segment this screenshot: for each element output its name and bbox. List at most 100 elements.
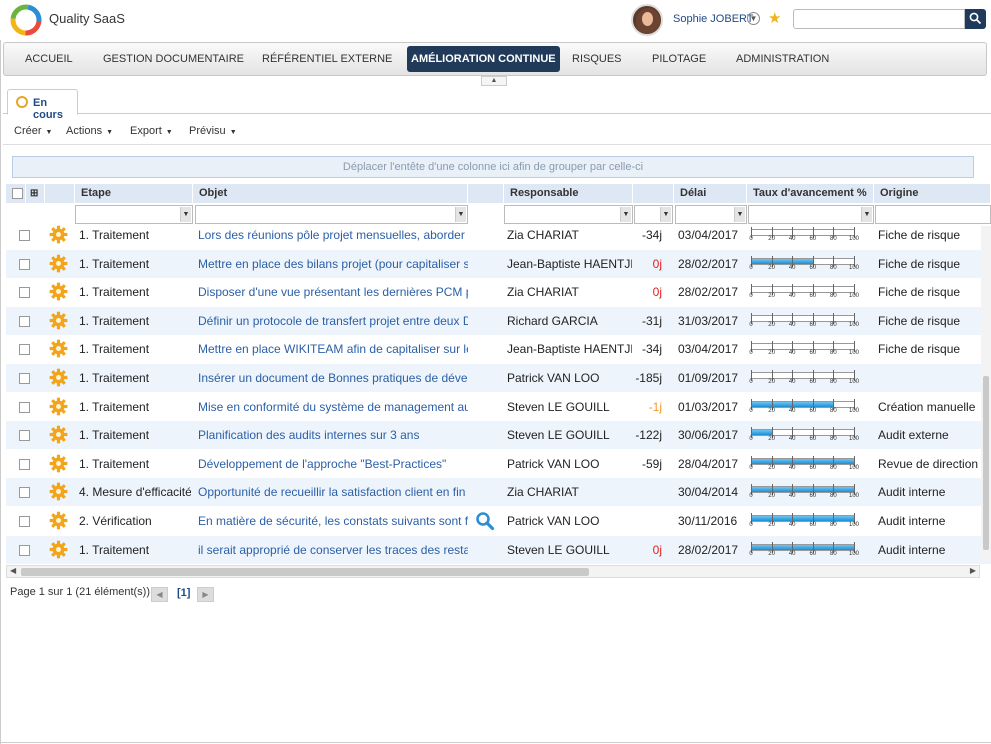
header-origine[interactable]: Origine	[874, 184, 991, 203]
gear-icon[interactable]	[49, 540, 68, 559]
create-menu[interactable]: Créer ▼	[14, 125, 52, 137]
table-row[interactable]: 1. Traitement Mettre en place WIKITEAM af…	[6, 335, 991, 363]
row-checkbox[interactable]	[19, 344, 30, 356]
gear-icon[interactable]	[49, 482, 68, 501]
collapse-header-button[interactable]: ▲	[481, 76, 507, 86]
filter-icon[interactable]: ▼	[861, 207, 872, 222]
magnifier-icon[interactable]	[475, 511, 495, 531]
gear-icon[interactable]	[49, 397, 68, 416]
header-delai[interactable]: Délai	[674, 184, 747, 203]
table-row[interactable]: 4. Mesure d'efficacité Opportunité de rec…	[6, 478, 991, 507]
horizontal-scrollbar[interactable]: ◀ ▶	[6, 565, 980, 578]
table-row[interactable]: 1. Traitement Définir un protocole de tra…	[6, 306, 991, 335]
pager-current-page[interactable]: [1]	[177, 587, 190, 599]
export-menu[interactable]: Export ▼	[130, 125, 173, 137]
cell-objet[interactable]: Définir un protocole de transfert projet…	[198, 307, 468, 335]
table-row[interactable]: 1. Traitement Développement de l'approche…	[6, 450, 991, 478]
table-row[interactable]: 2. Vérification En matière de sécurité, l…	[6, 507, 991, 535]
chevron-down-icon[interactable]: ▼	[747, 12, 760, 25]
vertical-scrollbar[interactable]	[981, 226, 991, 562]
cell-objet[interactable]: Lors des réunions pôle projet mensuelles…	[198, 221, 468, 249]
nav-accueil[interactable]: ACCUEIL	[25, 43, 73, 75]
table-row[interactable]: 1. Traitement il serait approprié de cons…	[6, 535, 991, 564]
filter-icon[interactable]: ▼	[620, 207, 631, 222]
row-checkbox[interactable]	[19, 401, 30, 413]
preview-menu[interactable]: Prévisu ▼	[189, 125, 237, 137]
cell-objet[interactable]: Insérer un document de Bonnes pratiques …	[198, 364, 468, 392]
cell-etape: 4. Mesure d'efficacité	[79, 485, 191, 500]
gear-icon[interactable]	[49, 254, 68, 273]
row-checkbox[interactable]	[19, 287, 30, 299]
gear-icon[interactable]	[49, 368, 68, 387]
header-responsable[interactable]: Responsable	[504, 184, 633, 203]
row-checkbox[interactable]	[19, 258, 30, 270]
cell-objet[interactable]: Développement de l'approche "Best-Practi…	[198, 450, 468, 478]
table-row[interactable]: 1. Traitement Insérer un document de Bonn…	[6, 364, 991, 392]
header-etape[interactable]: Etape	[75, 184, 193, 203]
nav-pilotage[interactable]: PILOTAGE	[652, 43, 706, 75]
row-checkbox[interactable]	[19, 430, 30, 442]
gear-icon[interactable]	[49, 225, 68, 244]
cell-objet[interactable]: Disposer d'une vue présentant les derniè…	[198, 278, 468, 306]
gear-icon[interactable]	[49, 425, 68, 444]
row-checkbox[interactable]	[19, 544, 30, 556]
nav-risques[interactable]: RISQUES	[572, 43, 622, 75]
table-row[interactable]: 1. Traitement Planification des audits in…	[6, 421, 991, 450]
user-name[interactable]: Sophie JOBERT	[673, 13, 754, 25]
filter-icon[interactable]: ▼	[734, 207, 745, 222]
select-all-checkbox[interactable]	[12, 188, 23, 199]
progress-tick-label: 100	[848, 550, 859, 557]
scroll-left-icon[interactable]: ◀	[10, 566, 16, 575]
filter-icon[interactable]: ▼	[660, 207, 671, 222]
cell-objet[interactable]: En matière de sécurité, les constats sui…	[198, 507, 468, 535]
star-icon[interactable]: ★	[768, 9, 781, 27]
row-checkbox[interactable]	[19, 516, 30, 527]
cell-objet[interactable]: il serait approprié de conserver les tra…	[198, 536, 468, 564]
row-checkbox[interactable]	[19, 487, 30, 499]
progress-fill	[752, 544, 854, 550]
horizontal-scroll-thumb[interactable]	[21, 568, 589, 576]
filter-icon[interactable]: ▼	[180, 207, 191, 222]
table-row[interactable]: 1. Traitement Disposer d'une vue présenta…	[6, 278, 991, 306]
row-checkbox[interactable]	[19, 458, 30, 470]
actions-menu[interactable]: Actions ▼	[66, 125, 113, 137]
cell-responsable: Patrick VAN LOO	[507, 456, 600, 471]
expand-all-icon[interactable]: ⊞	[26, 184, 45, 203]
pager-prev-button[interactable]: ◀	[151, 587, 168, 602]
gear-icon[interactable]	[49, 339, 68, 358]
group-by-drop-zone[interactable]: Déplacer l'entête d'une colonne ici afin…	[12, 156, 974, 178]
table-row[interactable]: 1. Traitement Mettre en place des bilans …	[6, 249, 991, 278]
table-row[interactable]: 1. Traitement Mise en conformité du systè…	[6, 393, 991, 421]
header-delai-days[interactable]	[633, 184, 674, 203]
scroll-right-icon[interactable]: ▶	[970, 566, 976, 575]
cell-objet[interactable]: Mettre en place WIKITEAM afin de capital…	[198, 335, 468, 363]
filter-icon[interactable]: ▼	[455, 207, 466, 222]
nav-gestion-documentaire[interactable]: GESTION DOCUMENTAIRE	[103, 43, 244, 75]
search-button[interactable]	[965, 9, 986, 29]
header-objet[interactable]: Objet	[193, 184, 468, 203]
cell-objet[interactable]: Planification des audits internes sur 3 …	[198, 421, 468, 449]
gear-icon[interactable]	[49, 454, 68, 473]
cell-objet[interactable]: Opportunité de recueillir la satisfactio…	[198, 478, 468, 506]
nav-administration[interactable]: ADMINISTRATION	[736, 43, 829, 75]
row-checkbox[interactable]	[19, 373, 30, 384]
tab-en-cours[interactable]: En cours	[7, 89, 78, 121]
gear-icon[interactable]	[49, 282, 68, 301]
user-avatar[interactable]	[631, 4, 663, 36]
row-checkbox[interactable]	[19, 315, 30, 327]
table-row[interactable]: 1. Traitement Lors des réunions pôle proj…	[6, 221, 991, 249]
row-checkbox[interactable]	[19, 230, 30, 241]
cell-objet[interactable]: Mettre en place des bilans projet (pour …	[198, 250, 468, 278]
gear-icon[interactable]	[49, 311, 68, 330]
cell-objet[interactable]: Mise en conformité du système de managem…	[198, 393, 468, 421]
nav-amelioration-continue[interactable]: AMÉLIORATION CONTINUE	[407, 46, 560, 72]
nav-referentiel-externe[interactable]: RÉFÉRENTIEL EXTERNE	[262, 43, 392, 75]
progress-tick-label: 80	[830, 264, 837, 271]
search-input[interactable]	[793, 9, 965, 29]
vertical-scroll-thumb[interactable]	[983, 376, 989, 550]
pager-next-button[interactable]: ▶	[197, 587, 214, 602]
header-select-all[interactable]	[6, 184, 26, 203]
gear-icon[interactable]	[49, 511, 68, 530]
progress-tick-label: 40	[788, 293, 796, 300]
header-taux[interactable]: Taux d'avancement %	[747, 184, 874, 203]
